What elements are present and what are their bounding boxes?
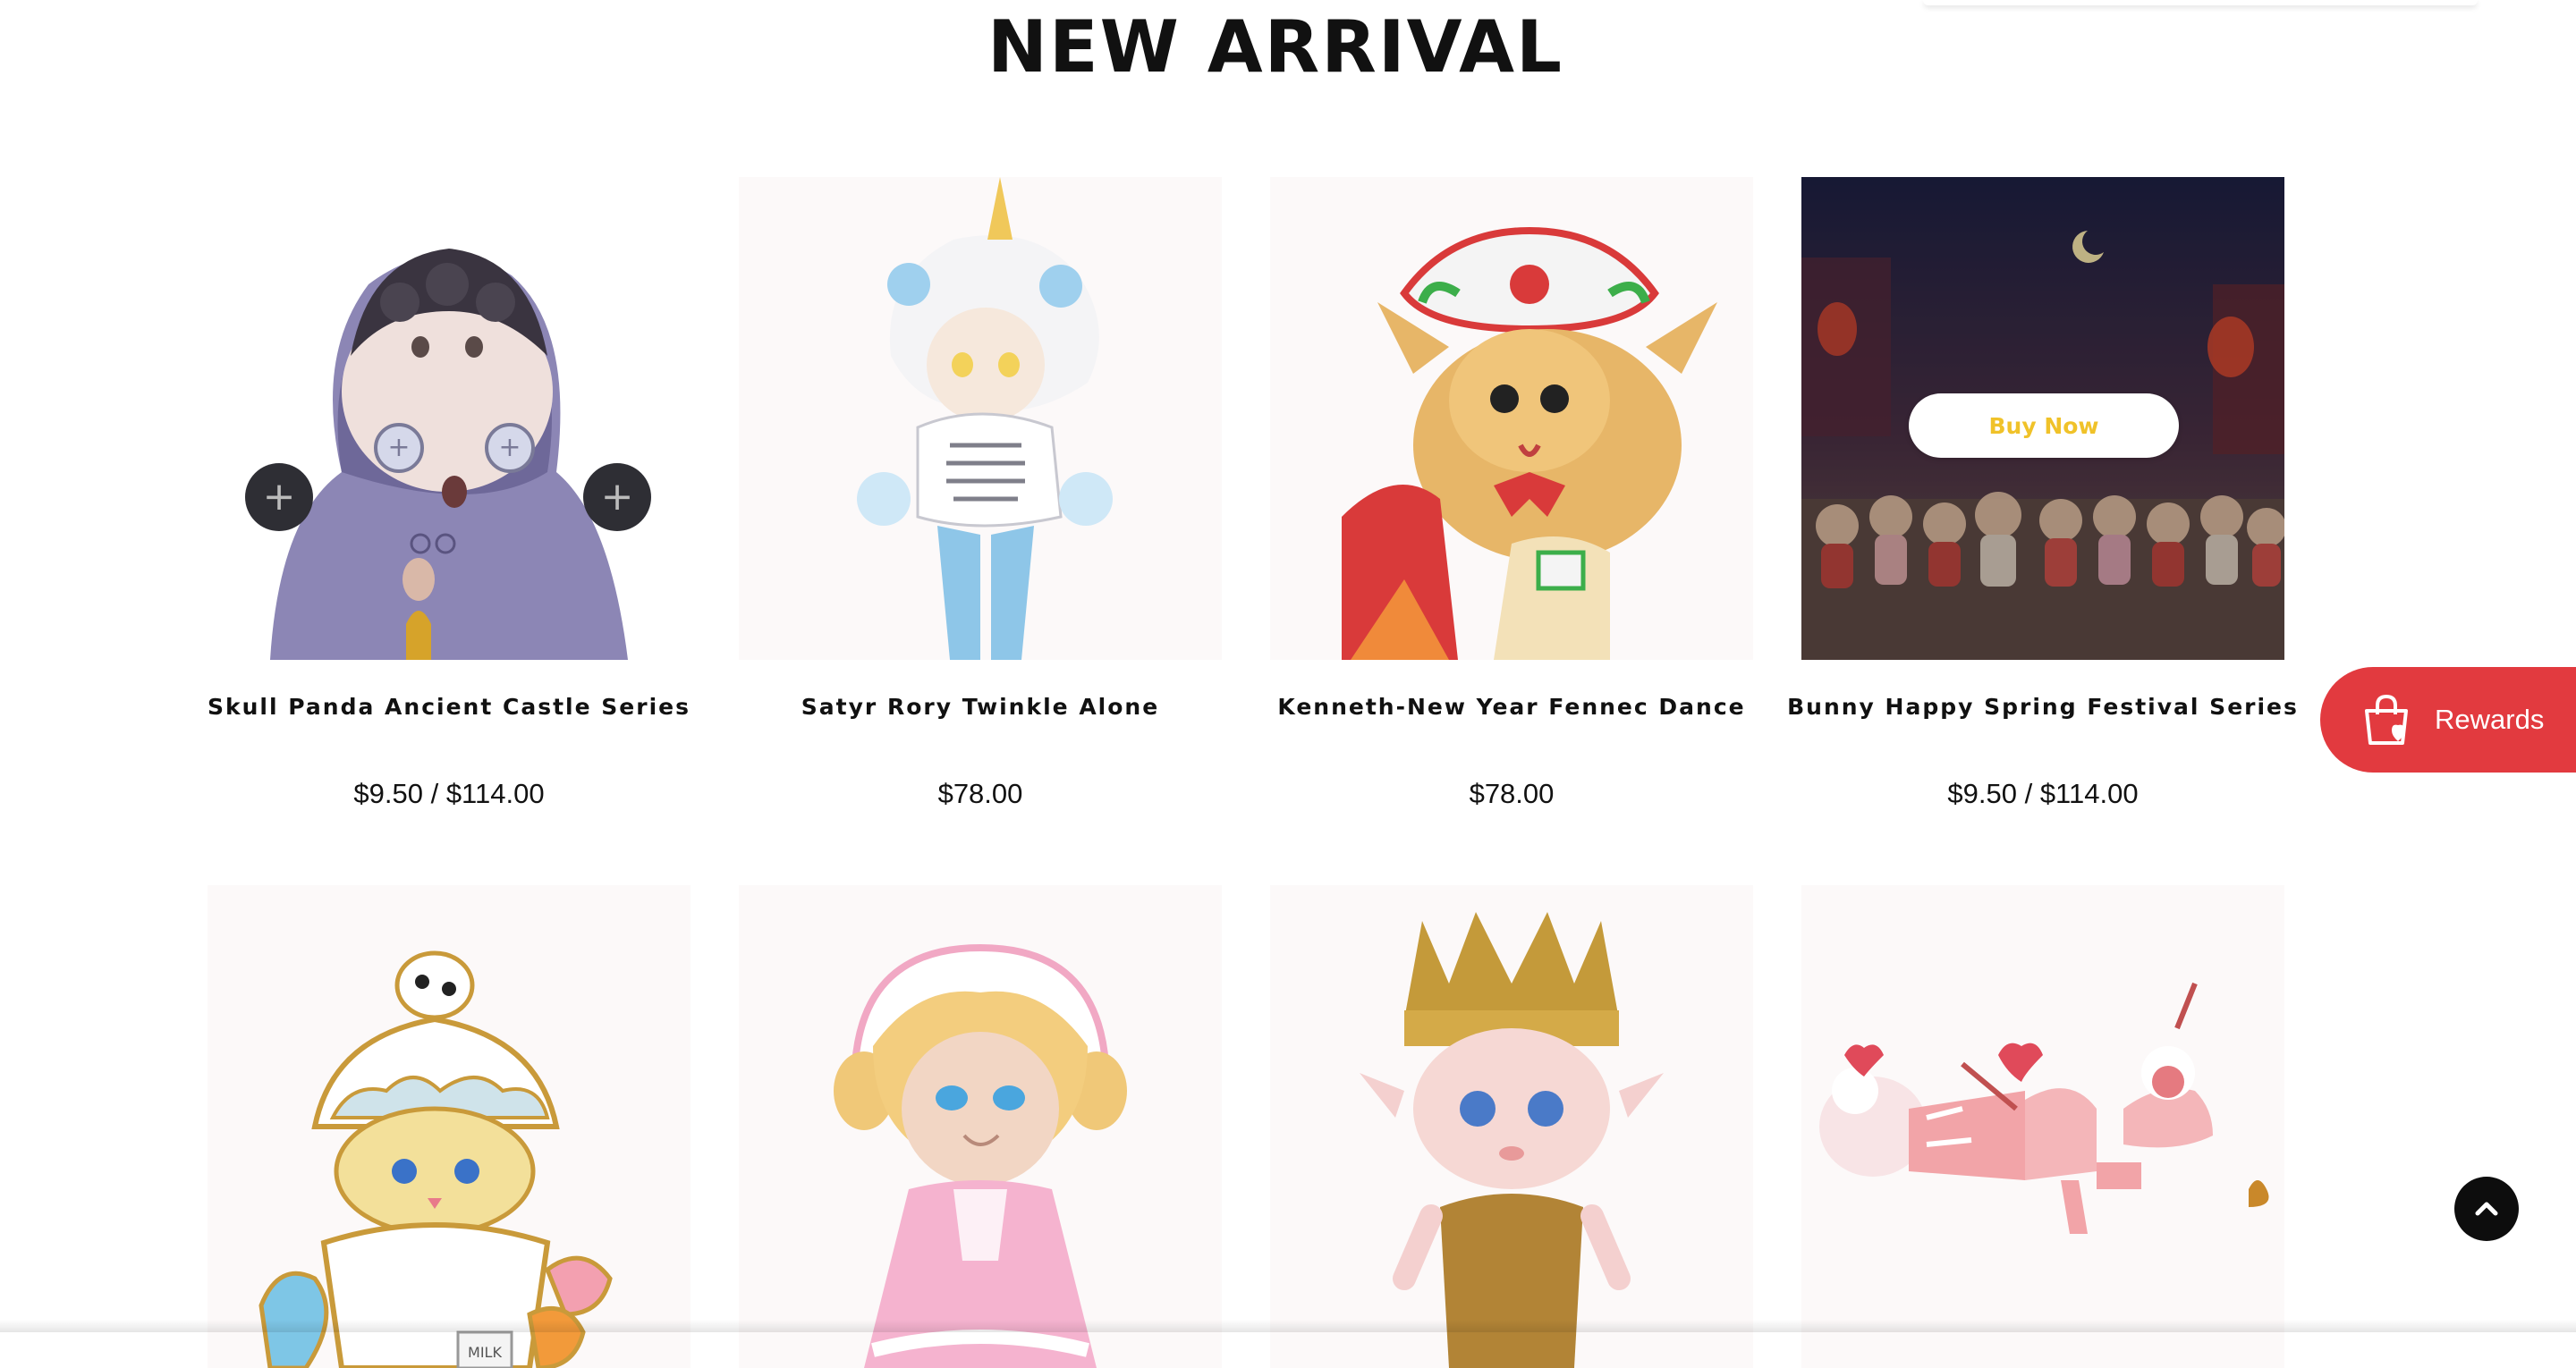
- product-price: $78.00: [1469, 778, 1555, 809]
- crowned-figure-image: [1270, 885, 1753, 1368]
- satyr-rory-figure-image: [739, 177, 1222, 660]
- buy-now-button[interactable]: Buy Now: [1909, 393, 2179, 458]
- svg-text:MILK: MILK: [468, 1344, 502, 1361]
- product-image[interactable]: [1270, 885, 1753, 1368]
- svg-text:+: +: [601, 474, 634, 519]
- svg-text:+: +: [263, 474, 296, 519]
- product-price: $78.00: [937, 778, 1023, 809]
- rewards-label: Rewards: [2435, 704, 2545, 735]
- product-grid: + + + + Skull Panda Ancient Castle Serie…: [0, 0, 2576, 1368]
- product-image[interactable]: [739, 885, 1222, 1368]
- product-price: $9.50 / $114.00: [353, 778, 545, 809]
- product-image[interactable]: + + + +: [208, 177, 691, 660]
- scroll-to-top-button[interactable]: [2454, 1177, 2519, 1241]
- product-image[interactable]: Buy Now: [1801, 177, 2284, 660]
- product-name[interactable]: Skull Panda Ancient Castle Series: [181, 694, 717, 720]
- chevron-up-icon: [2475, 1202, 2498, 1216]
- product-image[interactable]: [1270, 177, 1753, 660]
- product-name[interactable]: Kenneth-New Year Fennec Dance: [1243, 694, 1780, 720]
- product-image[interactable]: [1801, 885, 2284, 1368]
- product-image[interactable]: [739, 177, 1222, 660]
- rewards-button[interactable]: Rewards: [2320, 667, 2576, 773]
- svg-text:+: +: [387, 432, 410, 463]
- product-image[interactable]: MILK: [208, 885, 691, 1368]
- product-name[interactable]: Satyr Rory Twinkle Alone: [712, 694, 1249, 720]
- shopping-bag-heart-icon: [2365, 694, 2408, 745]
- product-name[interactable]: Bunny Happy Spring Festival Series: [1775, 694, 2311, 720]
- enamel-pin-figure-image: MILK: [208, 885, 691, 1368]
- page-bottom-edge: [0, 1320, 2576, 1332]
- product-price: $9.50 / $114.00: [1947, 778, 2139, 809]
- pink-dress-figure-image: [739, 885, 1222, 1368]
- skull-panda-figure-image: + + + +: [208, 177, 691, 660]
- svg-text:+: +: [498, 432, 521, 463]
- fennec-lion-dance-figure-image: [1270, 177, 1753, 660]
- pink-lying-figure-image: [1801, 885, 2284, 1368]
